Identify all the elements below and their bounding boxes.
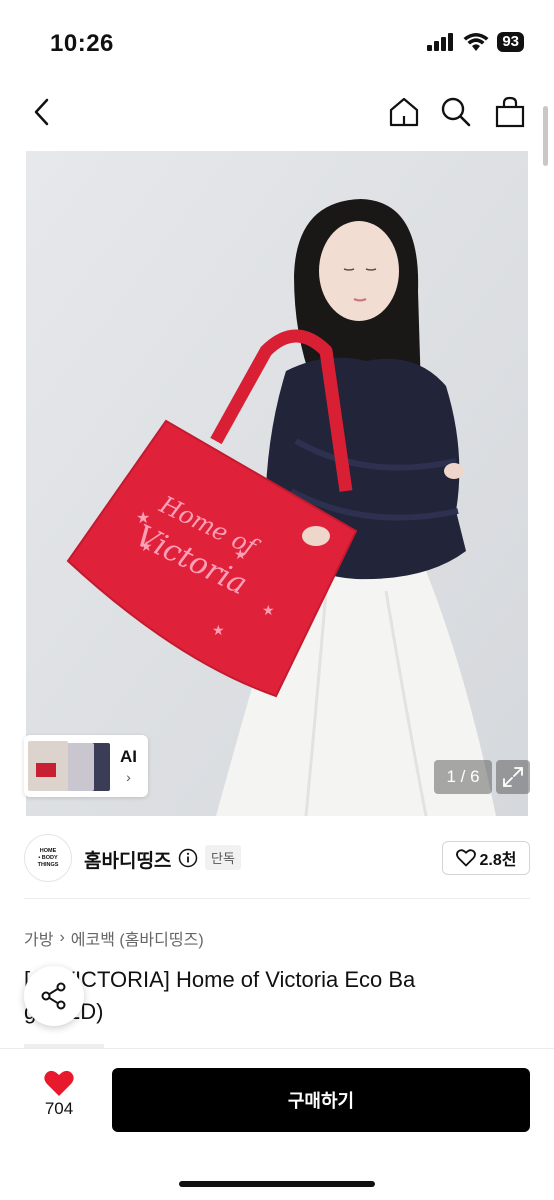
- chevron-right-icon: ›: [59, 929, 65, 946]
- logo-line: • BODY: [38, 854, 58, 861]
- exclusive-badge: 단독: [205, 845, 241, 870]
- search-icon: [441, 97, 471, 127]
- brand-row: HOME • BODY THINGS 홈바디띵즈 단독 2.8천: [0, 830, 554, 886]
- page-indicator: 1 / 6: [434, 760, 492, 794]
- breadcrumb: 가방 › 에코백 (홈바디띵즈): [24, 926, 204, 950]
- heart-filled-icon: [44, 1070, 74, 1096]
- expand-icon: [503, 767, 523, 787]
- battery-icon: 93: [497, 32, 524, 52]
- brand-logo[interactable]: HOME • BODY THINGS: [24, 834, 72, 882]
- buy-button[interactable]: 구매하기: [112, 1068, 530, 1132]
- status-bar: 10:26 93: [0, 0, 554, 80]
- divider: [24, 898, 530, 899]
- brand-name[interactable]: 홈바디띵즈: [84, 846, 171, 873]
- ai-thumbnail-card[interactable]: AI ›: [24, 735, 148, 797]
- cart-button[interactable]: [492, 94, 528, 130]
- star-icon: ★: [262, 602, 275, 618]
- status-icons: 93: [427, 32, 524, 52]
- heart-outline-icon: [455, 849, 476, 867]
- top-nav: [0, 86, 554, 140]
- wish-count: 704: [44, 1099, 74, 1118]
- share-icon: [41, 982, 66, 1010]
- logo-line: THINGS: [37, 861, 59, 868]
- star-icon: ★: [234, 546, 247, 562]
- brand-like-count: 2.8천: [479, 852, 517, 869]
- product-photo: Home of Victoria ★ ★ ★ ★ ★: [26, 151, 528, 816]
- home-icon: [389, 97, 419, 127]
- logo-line: HOME: [39, 847, 57, 854]
- bottom-action-bar: 704 구매하기: [0, 1048, 554, 1200]
- home-indicator[interactable]: [179, 1181, 375, 1187]
- wifi-icon: [463, 33, 489, 51]
- wish-button[interactable]: 704: [30, 1069, 88, 1119]
- brand-like-button[interactable]: 2.8천: [442, 841, 530, 875]
- product-title-line-2: g (RED): [24, 996, 534, 1028]
- info-icon[interactable]: [178, 848, 198, 868]
- back-button[interactable]: [24, 94, 60, 130]
- shopping-bag-icon: [495, 96, 525, 128]
- search-button[interactable]: [438, 94, 474, 130]
- ai-label: AI: [120, 747, 137, 766]
- thumbnail-1: [28, 741, 68, 791]
- thumbnail-bag: [36, 763, 56, 777]
- home-button[interactable]: [386, 94, 422, 130]
- star-icon: ★: [136, 510, 150, 527]
- share-button[interactable]: [24, 966, 84, 1026]
- back-icon: [34, 98, 49, 126]
- product-title-line-1: [ TxVICTORIA] Home of Victoria Eco Ba: [24, 967, 416, 992]
- status-time: 10:26: [50, 30, 114, 57]
- scroll-indicator[interactable]: [543, 106, 548, 166]
- product-image-carousel[interactable]: Home of Victoria ★ ★ ★ ★ ★: [26, 151, 528, 816]
- breadcrumb-item-category[interactable]: 가방: [24, 926, 53, 950]
- star-icon: ★: [140, 538, 153, 554]
- breadcrumb-item-subcategory[interactable]: 에코백 (홈바디띵즈): [71, 926, 204, 950]
- thumbnail-stack: [28, 739, 112, 793]
- product-title: [ TxVICTORIA] Home of Victoria Eco Ba g …: [24, 964, 534, 1028]
- ai-link[interactable]: AI ›: [120, 747, 137, 785]
- expand-button[interactable]: [496, 760, 530, 794]
- chevron-right-icon: ›: [126, 769, 131, 785]
- star-icon: ★: [212, 622, 225, 638]
- signal-icon: [427, 33, 454, 51]
- thumbnail-2: [64, 743, 94, 791]
